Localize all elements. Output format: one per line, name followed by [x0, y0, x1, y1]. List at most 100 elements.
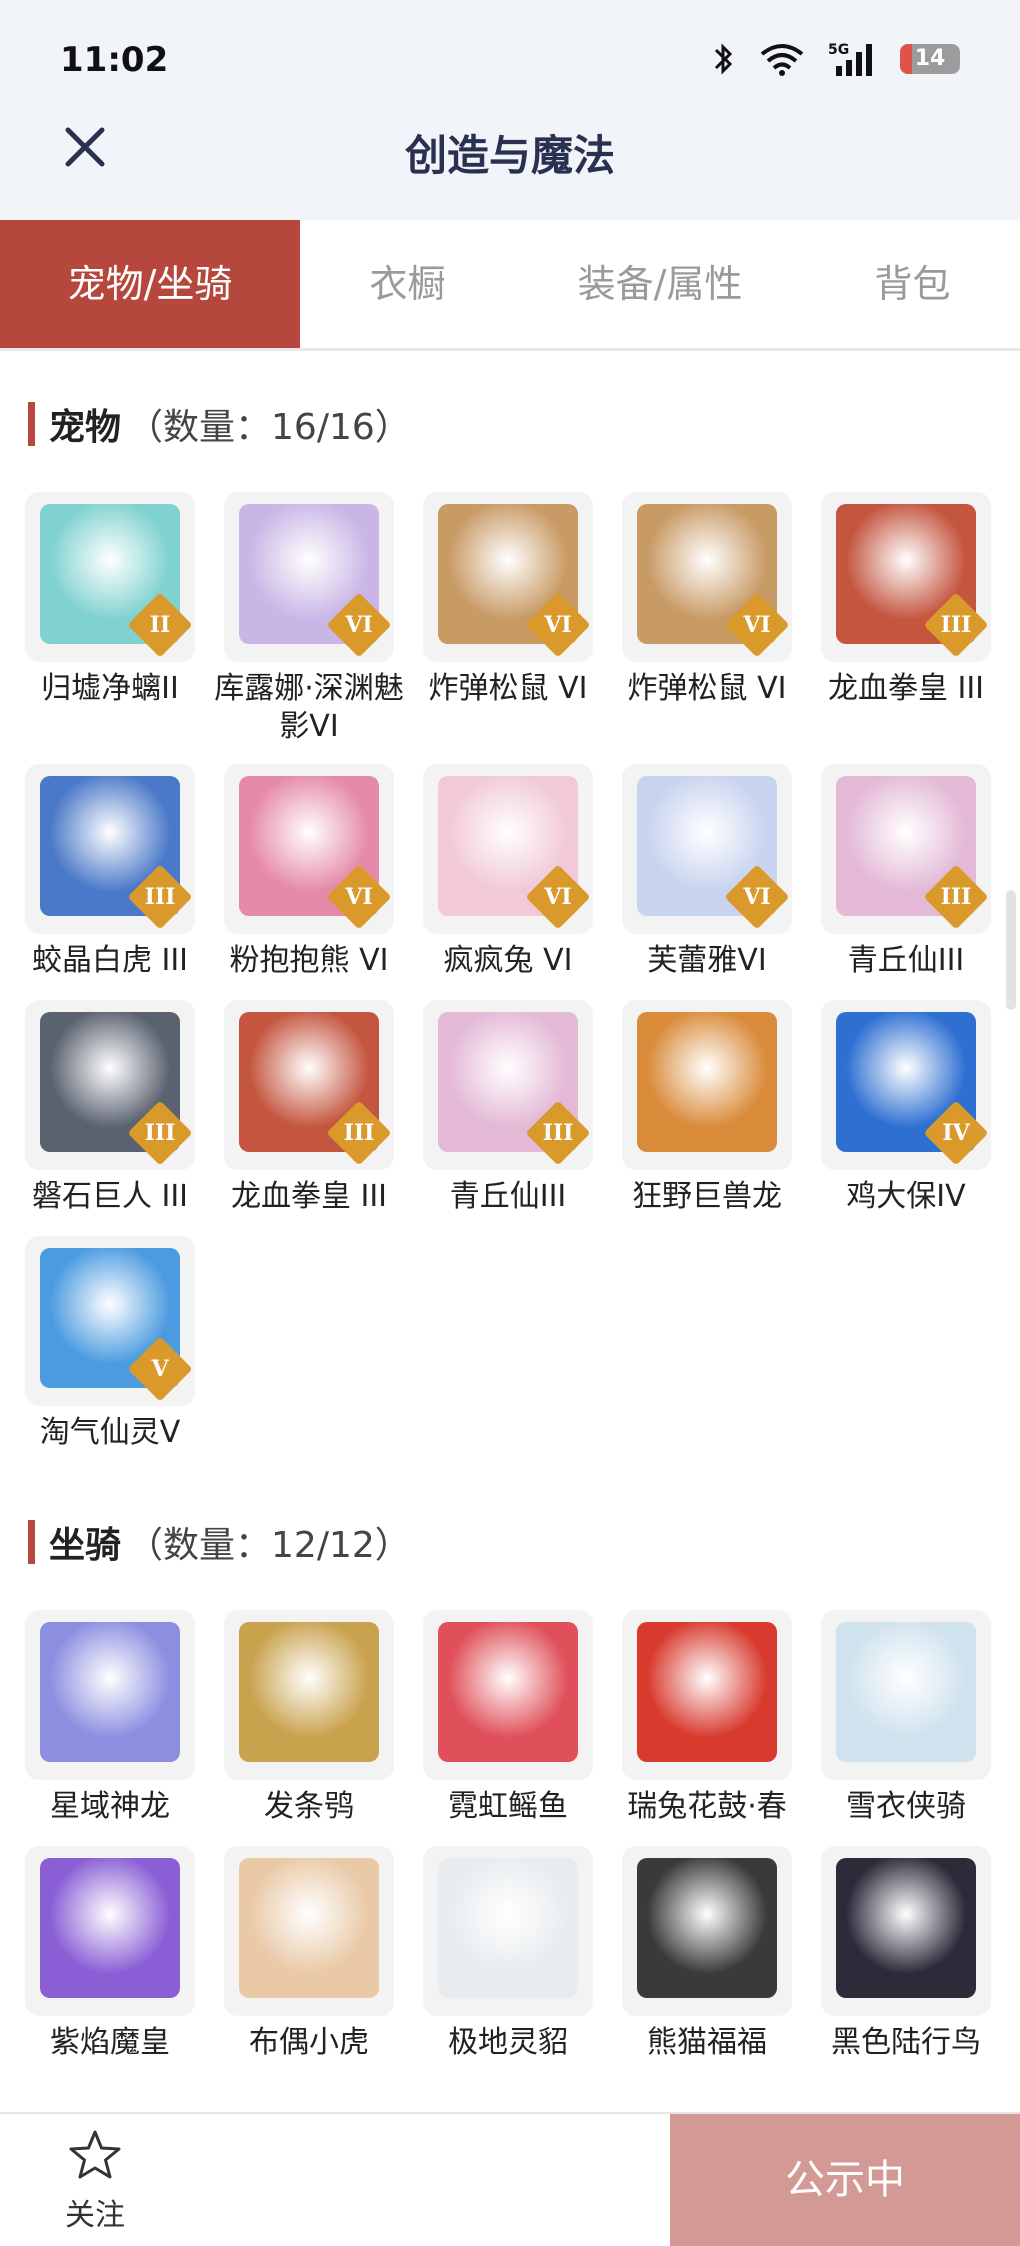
item-thumbnail: III: [423, 1000, 593, 1170]
item-label: 淘气仙灵V: [39, 1415, 181, 1450]
grid-item[interactable]: 霓虹鳐鱼: [413, 1610, 603, 1826]
grid-item[interactable]: 黑色陆行鸟: [811, 1846, 1001, 2062]
rank-badge-label: V: [151, 1356, 169, 1382]
grid-item[interactable]: 紫焰魔皇: [15, 1846, 205, 2062]
rank-badge-label: VI: [345, 884, 373, 910]
rank-badge: III: [923, 864, 989, 930]
item-thumbnail: III: [821, 764, 991, 934]
grid-item[interactable]: VI 炸弹松鼠 VI: [612, 492, 802, 708]
rank-badge: VI: [525, 592, 591, 658]
grid-item[interactable]: VI 芙蕾雅VI: [612, 764, 802, 980]
item-thumbnail: II: [25, 492, 195, 662]
rank-badge: III: [923, 592, 989, 658]
star-icon: [69, 2130, 121, 2179]
grid-item[interactable]: III 龙血拳皇 III: [214, 1000, 404, 1216]
grid-item[interactable]: III 青丘仙III: [811, 764, 1001, 980]
tab-equipment-attributes[interactable]: 装备/属性: [515, 220, 805, 348]
item-artwork: [438, 1858, 578, 1998]
cellular-signal-icon: 5G: [828, 42, 872, 76]
item-thumbnail: [25, 1610, 195, 1780]
item-thumbnail: VI: [224, 764, 394, 934]
section-accent-bar: [28, 1520, 35, 1564]
item-artwork: [40, 1622, 180, 1762]
grid-item[interactable]: 熊猫福福: [612, 1846, 802, 2062]
item-label: 青丘仙III: [847, 943, 965, 978]
grid-item[interactable]: 极地灵貂: [413, 1846, 603, 2062]
item-label: 布偶小虎: [249, 2025, 369, 2060]
rank-badge-label: III: [343, 1120, 375, 1146]
rank-badge: III: [127, 1100, 193, 1166]
grid-item[interactable]: III 青丘仙III: [413, 1000, 603, 1216]
tab-backpack[interactable]: 背包: [805, 220, 1020, 348]
scrollbar-thumb[interactable]: [1006, 890, 1016, 1010]
publish-status-button[interactable]: 公示中: [670, 2114, 1020, 2246]
grid-item[interactable]: 发条鸮: [214, 1610, 404, 1826]
grid-item[interactable]: 雪衣侠骑: [811, 1610, 1001, 1826]
grid-item[interactable]: 星域神龙: [15, 1610, 205, 1826]
item-label: 龙血拳皇 III: [827, 671, 985, 706]
grid-item[interactable]: IV 鸡大保IV: [811, 1000, 1001, 1216]
item-artwork: [40, 1858, 180, 1998]
grid-item[interactable]: 布偶小虎: [214, 1846, 404, 2062]
item-label: 库露娜·深渊魅影VI: [214, 671, 404, 744]
item-label: 炸弹松鼠 VI: [428, 671, 588, 706]
rank-badge-label: III: [144, 884, 176, 910]
grid-item[interactable]: III 龙血拳皇 III: [811, 492, 1001, 708]
item-thumbnail: VI: [622, 492, 792, 662]
rank-badge-label: III: [940, 612, 972, 638]
item-label: 炸弹松鼠 VI: [627, 671, 787, 706]
grid-item[interactable]: III 蛟晶白虎 III: [15, 764, 205, 980]
item-thumbnail: [423, 1610, 593, 1780]
grid-item[interactable]: VI 疯疯兔 VI: [413, 764, 603, 980]
item-label: 芙蕾雅VI: [647, 943, 767, 978]
bottom-action-bar: 关注 公示中: [0, 2112, 1020, 2246]
follow-button[interactable]: 关注: [40, 2128, 150, 2234]
item-thumbnail: VI: [423, 764, 593, 934]
item-thumbnail: [821, 1846, 991, 2016]
item-thumbnail: VI: [622, 764, 792, 934]
item-thumbnail: [224, 1846, 394, 2016]
item-label: 紫焰魔皇: [50, 2025, 170, 2060]
mounts-section-count: （数量：12/12）: [127, 1525, 411, 1566]
rank-badge: VI: [326, 592, 392, 658]
rank-badge: III: [525, 1100, 591, 1166]
rank-badge: VI: [326, 864, 392, 930]
grid-item[interactable]: VI 炸弹松鼠 VI: [413, 492, 603, 708]
rank-badge: VI: [724, 864, 790, 930]
status-time: 11:02: [60, 40, 169, 80]
battery-level: 14: [914, 46, 946, 71]
item-thumbnail: VI: [224, 492, 394, 662]
rank-badge-label: III: [542, 1120, 574, 1146]
item-label: 黑色陆行鸟: [831, 2025, 981, 2060]
tab-pets-mounts[interactable]: 宠物/坐骑: [0, 220, 300, 348]
battery-icon: 14: [900, 44, 960, 74]
grid-item[interactable]: V 淘气仙灵V: [15, 1236, 205, 1452]
item-label: 霓虹鳐鱼: [448, 1789, 568, 1824]
grid-item[interactable]: 狂野巨兽龙: [612, 1000, 802, 1216]
item-thumbnail: III: [25, 1000, 195, 1170]
item-label: 青丘仙III: [449, 1179, 567, 1214]
item-thumbnail: III: [25, 764, 195, 934]
rank-badge-label: VI: [743, 884, 771, 910]
item-artwork: [637, 1622, 777, 1762]
item-artwork: [239, 1622, 379, 1762]
item-thumbnail: III: [224, 1000, 394, 1170]
pets-section-header: 宠物 （数量：16/16）: [28, 398, 411, 450]
tab-wardrobe[interactable]: 衣橱: [300, 220, 515, 348]
rank-badge-label: III: [144, 1120, 176, 1146]
item-thumbnail: [622, 1000, 792, 1170]
item-label: 雪衣侠骑: [846, 1789, 966, 1824]
item-thumbnail: [25, 1846, 195, 2016]
grid-item[interactable]: VI 粉抱抱熊 VI: [214, 764, 404, 980]
app-bar: 创造与魔法: [0, 100, 1020, 220]
grid-item[interactable]: 瑞兔花鼓·春: [612, 1610, 802, 1826]
tab-bar: 宠物/坐骑 衣橱 装备/属性 背包: [0, 220, 1020, 351]
rank-badge-label: VI: [345, 612, 373, 638]
rank-badge: II: [127, 592, 193, 658]
grid-item[interactable]: II 归墟净螭II: [15, 492, 205, 708]
rank-badge: III: [127, 864, 193, 930]
grid-item[interactable]: VI 库露娜·深渊魅影VI: [214, 492, 404, 746]
grid-item[interactable]: III 磐石巨人 III: [15, 1000, 205, 1216]
item-label: 归墟净螭II: [41, 671, 179, 706]
bluetooth-icon: [714, 43, 733, 75]
